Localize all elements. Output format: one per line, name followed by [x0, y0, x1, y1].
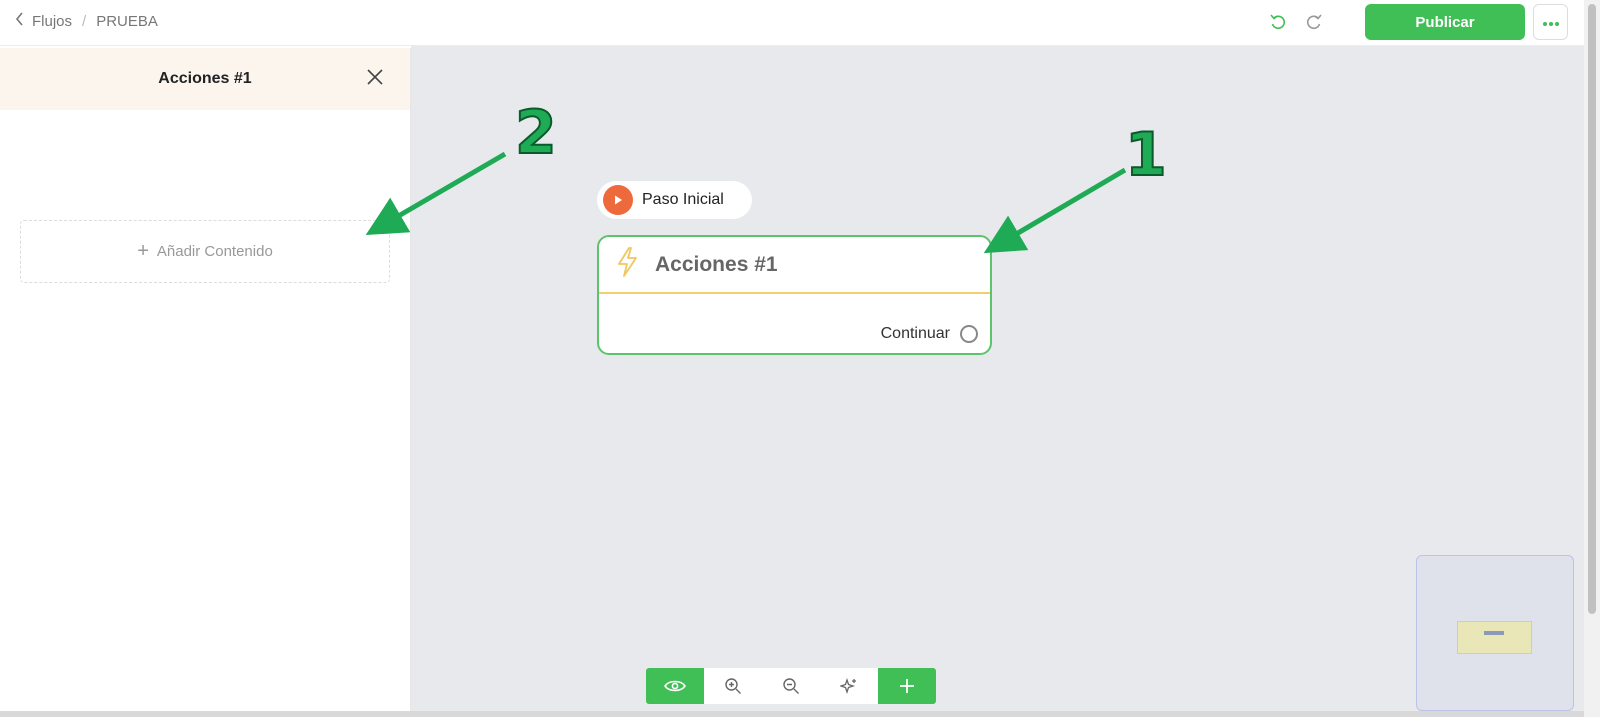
output-port[interactable]: [960, 325, 978, 343]
minimap[interactable]: [1416, 555, 1574, 711]
magic-sparkle-icon[interactable]: [820, 668, 878, 704]
publish-button[interactable]: Publicar: [1365, 4, 1525, 40]
zoom-out-icon[interactable]: [762, 668, 820, 704]
vertical-scrollbar[interactable]: [1584, 0, 1600, 717]
panel-header: Acciones #1: [0, 48, 410, 110]
add-content-label: Añadir Contenido: [156, 243, 273, 260]
breadcrumb: Flujos / PRUEBA: [14, 12, 158, 30]
side-panel: Acciones #1 + Añadir Contenido: [0, 48, 411, 711]
start-step-label: Paso Inicial: [642, 191, 724, 208]
add-plus-icon[interactable]: [878, 668, 936, 704]
plus-icon: +: [137, 240, 149, 262]
redo-icon[interactable]: [1304, 12, 1324, 32]
close-icon[interactable]: [366, 68, 384, 86]
zoom-in-icon[interactable]: [704, 668, 762, 704]
callout-number-1: 1: [1124, 119, 1168, 191]
add-content-button[interactable]: + Añadir Contenido: [20, 220, 390, 283]
top-bar: Flujos / PRUEBA Publicar: [0, 0, 1584, 46]
breadcrumb-parent-link[interactable]: Flujos: [32, 13, 72, 30]
play-icon: [603, 185, 633, 215]
more-options-button[interactable]: [1533, 4, 1568, 40]
more-dots-icon: [1542, 13, 1560, 31]
start-step[interactable]: Paso Inicial: [597, 181, 752, 219]
preview-eye-icon[interactable]: [646, 668, 704, 704]
node-title: Acciones #1: [655, 252, 778, 276]
minimap-node: [1457, 621, 1532, 654]
canvas-toolbar: [646, 668, 936, 704]
callout-number-2: 2: [514, 97, 558, 169]
undo-icon[interactable]: [1268, 12, 1288, 32]
breadcrumb-current: PRUEBA: [96, 12, 158, 30]
scrollbar-thumb[interactable]: [1588, 4, 1596, 614]
history-controls: [1268, 12, 1324, 32]
node-header: Acciones #1: [599, 237, 990, 294]
lightning-icon: [615, 246, 639, 283]
node-output: Continuar: [881, 325, 978, 343]
flow-canvas[interactable]: [411, 46, 1584, 711]
node-output-label: Continuar: [880, 325, 950, 342]
action-node[interactable]: Acciones #1 Continuar: [597, 235, 992, 355]
minimap-node-bar: [1484, 631, 1504, 635]
bottom-scrollbar-track: [0, 711, 1584, 717]
panel-title: Acciones #1: [158, 70, 252, 87]
back-chevron-icon[interactable]: [14, 12, 26, 30]
breadcrumb-separator: /: [82, 12, 87, 30]
